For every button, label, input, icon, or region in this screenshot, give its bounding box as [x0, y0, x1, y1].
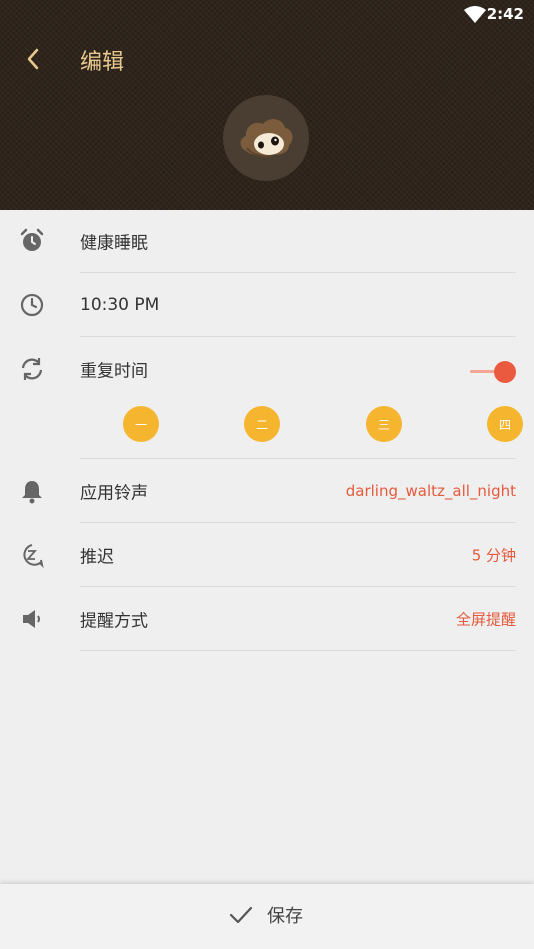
- repeat-toggle[interactable]: [470, 361, 516, 383]
- avatar[interactable]: [223, 95, 309, 181]
- alarm-clock-icon: [18, 227, 46, 255]
- page-title: 编辑: [80, 50, 125, 75]
- speaker-icon: [18, 605, 46, 633]
- alarm-name-label: 健康睡眠: [80, 233, 148, 254]
- time-label: 10:30 PM: [80, 295, 160, 315]
- day-chip-wed[interactable]: 三: [366, 406, 402, 442]
- chevron-left-icon: [27, 48, 39, 70]
- status-time: 2:42: [486, 5, 524, 23]
- panda-avatar-icon: [240, 119, 293, 158]
- ringtone-value: darling_waltz_all_night: [345, 482, 516, 500]
- ringtone-label: 应用铃声: [80, 483, 148, 504]
- ringtone-row[interactable]: 应用铃声 darling_waltz_all_night: [0, 459, 534, 523]
- bell-icon: [18, 477, 46, 505]
- save-button[interactable]: 保存: [229, 902, 303, 928]
- repeat-row: 重复时间: [0, 337, 534, 401]
- clock-icon: [18, 291, 46, 319]
- check-icon: [229, 906, 253, 924]
- snooze-label: 推迟: [80, 547, 114, 568]
- toggle-thumb: [494, 361, 516, 383]
- bottom-bar: 保存: [0, 884, 534, 949]
- save-label: 保存: [267, 906, 303, 927]
- header: 2:42 编辑: [0, 0, 534, 210]
- snooze-value: 5 分钟: [471, 546, 516, 565]
- snooze-icon: [18, 541, 46, 569]
- day-chip-tue[interactable]: 二: [244, 406, 280, 442]
- snooze-row[interactable]: 推迟 5 分钟: [0, 523, 534, 587]
- repeat-label: 重复时间: [80, 361, 148, 382]
- divider: [80, 650, 516, 651]
- reminder-row[interactable]: 提醒方式 全屏提醒: [0, 587, 534, 651]
- time-row[interactable]: 10:30 PM: [0, 273, 534, 337]
- reminder-value: 全屏提醒: [455, 610, 516, 629]
- reminder-label: 提醒方式: [80, 611, 148, 632]
- back-button[interactable]: [18, 42, 48, 76]
- repeat-icon: [18, 355, 46, 383]
- alarm-name-row[interactable]: 健康睡眠: [0, 209, 534, 273]
- day-chip-thu[interactable]: 四: [487, 406, 523, 442]
- day-chip-mon[interactable]: 一: [123, 406, 159, 442]
- wifi-icon: [464, 6, 486, 23]
